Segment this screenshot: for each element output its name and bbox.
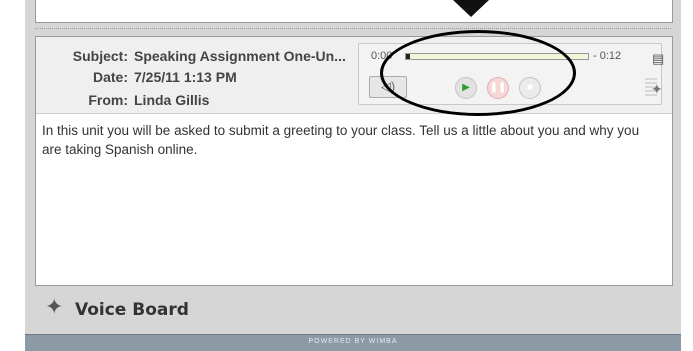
footer: POWERED BY WIMBA — [25, 334, 681, 351]
from-label: From: — [88, 92, 128, 108]
footer-text: POWERED BY WIMBA — [308, 338, 398, 345]
message-body: In this unit you will be asked to submit… — [42, 123, 640, 157]
subject-label: Subject: — [72, 48, 128, 64]
people-icon[interactable]: ✦ — [651, 81, 663, 98]
annotation-arrow — [453, 0, 489, 17]
from-value: Linda Gillis — [134, 92, 210, 108]
date-value: 7/25/11 1:13 PM — [134, 69, 237, 85]
separator — [35, 28, 671, 29]
voice-board-title: Voice Board — [75, 300, 189, 320]
message-panel: Subject: Speaking Assignment One-Un... D… — [35, 36, 673, 286]
remaining-time: - 0:12 — [593, 50, 622, 62]
previous-message-panel — [35, 0, 673, 23]
voice-board-frame: Subject: Speaking Assignment One-Un... D… — [25, 0, 681, 351]
voice-board-bar: ✦ Voice Board — [35, 290, 671, 328]
subject-value: Speaking Assignment One-Un... — [134, 48, 346, 64]
message-header: Subject: Speaking Assignment One-Un... D… — [36, 37, 672, 114]
people-icon: ✦ — [45, 294, 64, 319]
date-label: Date: — [92, 69, 128, 85]
annotation-ellipse — [380, 30, 576, 116]
list-icon[interactable]: ▤ — [652, 51, 664, 67]
